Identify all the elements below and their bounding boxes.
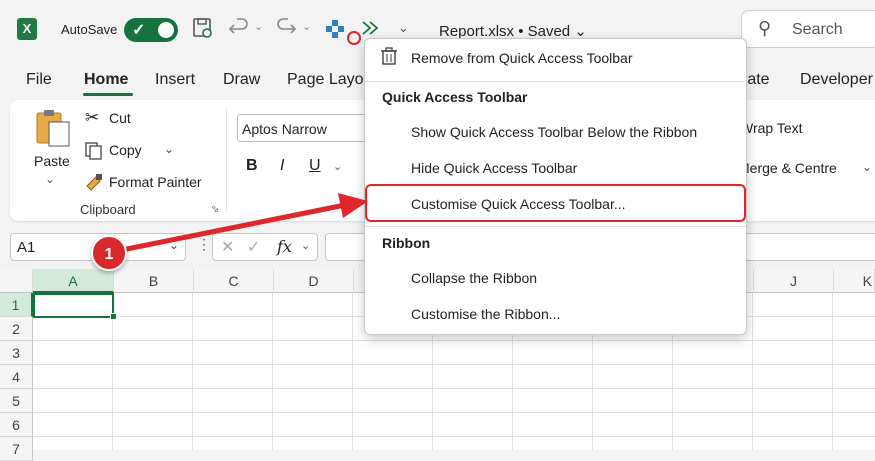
step-badge: 1	[91, 235, 127, 271]
annotation-arrow	[109, 193, 368, 255]
